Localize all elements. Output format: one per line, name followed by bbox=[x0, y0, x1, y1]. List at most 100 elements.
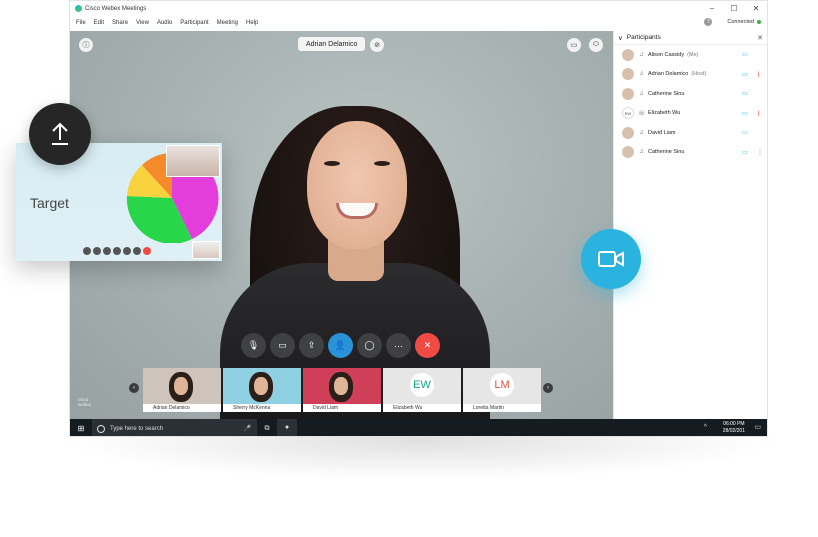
webex-logo-icon bbox=[75, 5, 82, 12]
avatar bbox=[622, 146, 634, 159]
video-camera-button[interactable] bbox=[581, 229, 641, 289]
participant-row[interactable]: ♫ David Liam ▭ bbox=[614, 123, 767, 143]
leave-button[interactable]: ✕ bbox=[415, 333, 440, 358]
participant-strip: Adrian Delamico Sherry McKenna David Liam E… bbox=[143, 368, 541, 412]
avatar bbox=[622, 48, 634, 61]
tile-initials-avatar: EW bbox=[410, 373, 434, 397]
close-icon: ✕ bbox=[423, 340, 432, 350]
video-tile[interactable]: EW Elizabeth Wu bbox=[383, 368, 461, 412]
headset-icon: ♫ bbox=[639, 71, 644, 78]
mini-control-dot[interactable] bbox=[123, 247, 131, 255]
participant-name: Adrian Delamico bbox=[648, 71, 689, 78]
more-button[interactable]: ··· bbox=[386, 333, 411, 358]
video-tile[interactable]: Adrian Delamico bbox=[143, 368, 221, 412]
participant-row[interactable]: ♫ Catherine Sinu ▭ bbox=[614, 84, 767, 104]
screen-share-icon[interactable]: ⬭ bbox=[589, 38, 603, 52]
video-tile[interactable]: David Liam bbox=[303, 368, 381, 412]
video-off-icon: ▭ bbox=[278, 340, 287, 350]
upload-button[interactable] bbox=[29, 103, 91, 165]
cortana-icon bbox=[97, 424, 105, 433]
close-panel-button[interactable]: ✕ bbox=[757, 34, 763, 42]
menu-bar: File Edit Share View Audio Participant M… bbox=[70, 16, 767, 30]
mini-control-dot[interactable] bbox=[133, 247, 141, 255]
participant-row[interactable]: ♫ Catherine Sinu ▭ ⋮ bbox=[614, 143, 767, 163]
video-camera-icon bbox=[598, 251, 624, 267]
mini-control-dot[interactable] bbox=[113, 247, 121, 255]
share-icon: ⇪ bbox=[307, 340, 316, 350]
participants-panel-title: Participants bbox=[626, 34, 661, 41]
participant-name: Elizabeth Wu bbox=[648, 110, 681, 117]
video-tile[interactable]: LM Loretta Martin bbox=[463, 368, 541, 412]
connection-status-text: Connected bbox=[727, 19, 754, 25]
notifications-icon[interactable]: ▭ bbox=[754, 423, 761, 431]
menu-help[interactable]: Help bbox=[246, 20, 258, 26]
layout-icon[interactable]: ▭ bbox=[567, 38, 581, 52]
person-icon: 👤 bbox=[334, 340, 347, 350]
video-button[interactable]: ▭ bbox=[270, 333, 295, 358]
windows-start-button[interactable]: ⊞ bbox=[70, 419, 92, 436]
tile-name-label: Adrian Delamico bbox=[143, 404, 221, 412]
video-camera-icon: ▭ bbox=[742, 71, 748, 78]
windows-taskbar: ⊞ Type here to search 🎤 ⧉ ● ^ 06:00 PM 2… bbox=[70, 419, 767, 436]
menu-audio[interactable]: Audio bbox=[157, 20, 172, 26]
mini-control-end-dot[interactable] bbox=[143, 247, 151, 255]
mini-control-dot[interactable] bbox=[93, 247, 101, 255]
menu-edit[interactable]: Edit bbox=[94, 20, 104, 26]
menu-share[interactable]: Share bbox=[112, 20, 128, 26]
participant-role: (Host) bbox=[691, 71, 707, 78]
unpin-icon[interactable]: ⊘ bbox=[370, 38, 384, 52]
participants-panel: ∨ Participants ✕ ♫ Alison Cassidy (Me) ▭ ♫ Ad… bbox=[613, 31, 767, 419]
strip-prev-button[interactable]: ‹ bbox=[129, 383, 139, 393]
chat-icon: ◯ bbox=[364, 340, 375, 350]
participant-row[interactable]: EW ☏ Elizabeth Wu ▭ ∤ bbox=[614, 104, 767, 124]
chevron-down-icon[interactable]: ∨ bbox=[618, 34, 623, 42]
audio-active-icon: ⋮ bbox=[757, 149, 763, 156]
participant-name: Alison Cassidy bbox=[648, 51, 685, 58]
card-video-thumbnail-bottom bbox=[192, 241, 220, 259]
tile-face-graphic bbox=[174, 377, 188, 395]
shared-content-label: Target bbox=[30, 195, 69, 211]
phone-icon: ☏ bbox=[638, 110, 646, 117]
video-camera-icon: ▭ bbox=[742, 110, 748, 117]
participant-role: (Me) bbox=[687, 51, 699, 58]
mini-control-dot[interactable] bbox=[83, 247, 91, 255]
taskbar-clock[interactable]: 06:00 PM 28/02/201 bbox=[723, 421, 745, 435]
window-controls: – ☐ ✕ bbox=[701, 1, 767, 16]
tile-initials-avatar: LM bbox=[490, 373, 514, 397]
screen: Cisco Webex Meetings – ☐ ✕ File Edit Sha… bbox=[0, 0, 818, 537]
connection-status: ? Connected bbox=[704, 18, 761, 26]
participants-button[interactable]: 👤 bbox=[328, 333, 353, 358]
video-camera-icon: ▭ bbox=[742, 149, 748, 156]
minimize-button[interactable]: – bbox=[701, 1, 723, 16]
strip-next-button[interactable]: › bbox=[543, 383, 553, 393]
taskbar-search[interactable]: Type here to search 🎤 bbox=[92, 419, 257, 436]
tray-chevron-icon[interactable]: ^ bbox=[704, 424, 707, 431]
webex-taskbar-icon[interactable]: ● bbox=[277, 419, 297, 436]
participant-row[interactable]: ♫ Adrian Delamico (Host) ▭ ∤ bbox=[614, 65, 767, 85]
card-mini-controls bbox=[83, 247, 151, 255]
help-icon[interactable]: ? bbox=[704, 18, 713, 26]
mute-button[interactable]: 🎙 bbox=[241, 333, 266, 358]
maximize-button[interactable]: ☐ bbox=[723, 1, 745, 16]
menu-view[interactable]: View bbox=[136, 20, 149, 26]
microphone-muted-icon: ∤ bbox=[757, 71, 760, 78]
webex-logo-text: webex bbox=[78, 402, 92, 407]
menu-participant[interactable]: Participant bbox=[180, 20, 208, 26]
mini-control-dot[interactable] bbox=[103, 247, 111, 255]
participant-row[interactable]: ♫ Alison Cassidy (Me) ▭ bbox=[614, 45, 767, 65]
speaker-eye-left bbox=[324, 161, 340, 166]
close-window-button[interactable]: ✕ bbox=[745, 1, 767, 16]
menu-file[interactable]: File bbox=[76, 20, 86, 26]
video-tile[interactable]: Sherry McKenna bbox=[223, 368, 301, 412]
info-icon[interactable]: ⓘ bbox=[79, 38, 93, 52]
video-camera-icon: ▭ bbox=[742, 91, 748, 97]
chat-button[interactable]: ◯ bbox=[357, 333, 382, 358]
avatar bbox=[622, 87, 634, 100]
task-view-icon[interactable]: ⧉ bbox=[257, 419, 277, 436]
avatar bbox=[622, 126, 634, 139]
menu-meeting[interactable]: Meeting bbox=[217, 20, 238, 26]
tile-face-graphic bbox=[334, 377, 348, 395]
microphone-icon[interactable]: 🎤 bbox=[244, 425, 251, 432]
share-button[interactable]: ⇪ bbox=[299, 333, 324, 358]
meeting-controls: 🎙 ▭ ⇪ 👤 ◯ ··· ✕ bbox=[241, 333, 440, 358]
